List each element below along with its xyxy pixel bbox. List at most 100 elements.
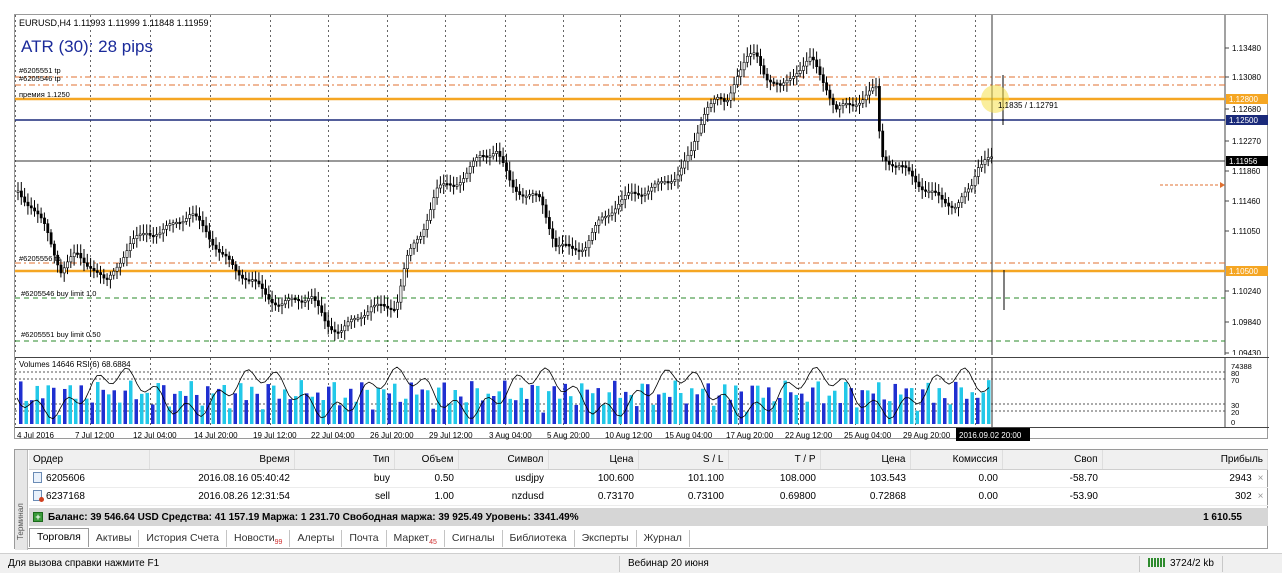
candle-body	[165, 225, 169, 230]
column-header[interactable]: Объем	[394, 450, 459, 470]
candle-body	[871, 87, 875, 92]
candle-body	[52, 243, 56, 256]
volume-bar	[145, 392, 149, 424]
volume-bar	[497, 391, 501, 424]
column-header[interactable]: Цена	[820, 450, 911, 470]
candle-body	[349, 318, 353, 323]
volume-bar	[475, 388, 479, 424]
time-label: 17 Aug 20:00	[726, 431, 774, 440]
status-connection[interactable]: 3724/2 kb	[1140, 555, 1223, 572]
candles-group	[16, 44, 994, 341]
candle-body	[765, 73, 769, 81]
tab-account-history[interactable]: История Счета	[139, 530, 227, 547]
candle-body	[505, 162, 508, 171]
volume-bar	[701, 388, 705, 424]
candle-body	[924, 189, 928, 192]
candle-body	[561, 243, 565, 246]
candle-body	[218, 248, 221, 253]
candle-body	[105, 277, 109, 280]
column-header[interactable]: Комиссия	[910, 450, 1003, 470]
candle-body	[785, 79, 789, 84]
price-tick-label: 1.13080	[1232, 73, 1261, 82]
candle-body	[307, 298, 310, 302]
tab-mailbox[interactable]: Почта	[342, 530, 387, 547]
candle-body	[868, 90, 871, 96]
price-marker-label: 1.12500	[1229, 116, 1258, 125]
tab-signals[interactable]: Сигналы	[445, 530, 503, 547]
volume-bar	[871, 393, 875, 424]
candle-body	[109, 274, 112, 280]
candle-body	[726, 100, 730, 103]
candle-body	[703, 114, 706, 125]
volume-bar	[90, 402, 94, 424]
candle-body	[300, 300, 304, 303]
volume-rsi-chart[interactable]: 74388807030200	[15, 358, 1269, 428]
volume-bar	[739, 391, 743, 424]
candle-body	[627, 192, 631, 196]
column-header[interactable]: T / P	[728, 450, 821, 470]
candle-body	[386, 305, 390, 309]
column-header[interactable]: Время	[149, 450, 295, 470]
candle-body	[485, 155, 489, 158]
tab-trade[interactable]: Торговля	[29, 528, 89, 547]
candle-body	[524, 195, 528, 198]
volume-bar	[970, 392, 974, 424]
table-row[interactable]: 6205606 2016.08.16 05:40:42 buy 0.50 usd…	[29, 469, 1268, 488]
volume-bar	[591, 393, 595, 424]
candlestick-chart[interactable]: 1.13480 1.13080 1.12680 1.12270 1.11860 1.114…	[15, 15, 1269, 358]
time-marker-label: 2016.09.02 20:00	[959, 431, 1022, 440]
volume-bar	[596, 388, 600, 424]
column-header[interactable]: Символ	[458, 450, 549, 470]
candle-body	[241, 274, 244, 279]
volume-bar	[695, 394, 699, 424]
column-header[interactable]: Тип	[294, 450, 395, 470]
candle-body	[907, 167, 911, 172]
column-header[interactable]: Ордер	[29, 450, 150, 470]
indicator-tick-label: 20	[1231, 408, 1239, 417]
volume-bar	[651, 404, 655, 424]
table-row[interactable]: 6237168 2016.08.26 12:31:54 sell 1.00 nz…	[29, 487, 1268, 506]
candle-body	[62, 267, 66, 274]
candle-body	[736, 76, 739, 85]
column-header[interactable]: Цена	[548, 450, 639, 470]
balance-row[interactable]: + Баланс: 39 546.64 USD Средства: 41 157…	[29, 508, 1268, 526]
volume-bar	[112, 390, 116, 424]
candle-body	[287, 298, 291, 301]
candle-body	[439, 184, 442, 189]
tab-news[interactable]: Новости99	[227, 530, 291, 547]
market-badge: 45	[429, 539, 437, 547]
tab-journal[interactable]: Журнал	[637, 530, 690, 547]
tab-market[interactable]: Маркет45	[387, 530, 445, 547]
candle-body	[511, 179, 515, 188]
volume-bar	[431, 408, 435, 424]
candle-body	[666, 181, 670, 184]
candle-body	[788, 78, 792, 81]
volume-rsi-panel[interactable]: 74388 80 70 30 20 0 Volumes 14646 RSI(6) 68.6…	[15, 357, 1269, 428]
tab-experts[interactable]: Эксперты	[575, 530, 637, 547]
candle-body	[36, 210, 40, 215]
candle-body	[574, 248, 578, 251]
volume-bar	[514, 400, 518, 424]
tab-alerts[interactable]: Алерты	[290, 530, 343, 547]
tab-assets[interactable]: Активы	[89, 530, 140, 547]
volume-bar	[151, 404, 155, 424]
candle-body	[749, 53, 753, 57]
candle-body	[340, 330, 343, 333]
column-header[interactable]: Своп	[1002, 450, 1103, 470]
tab-library[interactable]: Библиотека	[503, 530, 575, 547]
column-header[interactable]: S / L	[638, 450, 729, 470]
volume-bar	[635, 406, 639, 424]
candle-body	[376, 303, 380, 306]
indicator-tick-label: 0	[1231, 418, 1235, 427]
chart-window[interactable]: 1.13480 1.13080 1.12680 1.12270 1.11860 1.114…	[14, 14, 1269, 441]
candle-body	[171, 222, 175, 225]
price-tick-label: 1.13480	[1232, 44, 1261, 53]
candle-body	[419, 236, 423, 240]
volume-bar	[508, 398, 512, 424]
close-order-icon[interactable]: ×	[1258, 473, 1264, 484]
candle-body	[778, 83, 782, 86]
price-panel[interactable]: 1.13480 1.13080 1.12680 1.12270 1.11860 1.114…	[15, 15, 1269, 358]
close-order-icon[interactable]: ×	[1258, 491, 1264, 502]
time-label: 7 Jul 12:00	[75, 431, 115, 440]
column-header[interactable]: Прибыль	[1102, 450, 1268, 470]
